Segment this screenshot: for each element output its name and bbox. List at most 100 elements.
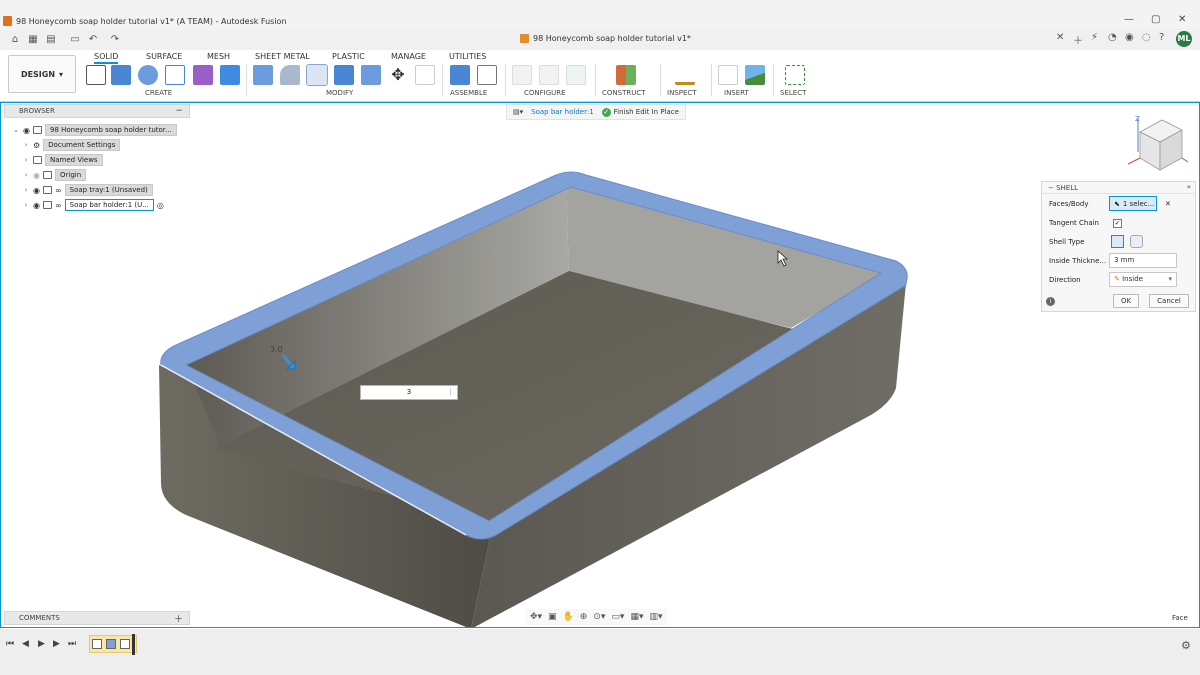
sketch-feature-icon[interactable]: [92, 639, 102, 649]
chevron-right-icon[interactable]: ›: [22, 141, 30, 149]
chevron-right-icon[interactable]: ›: [22, 156, 30, 164]
browser-item-soap-bar-holder[interactable]: › ◉ ∞ Soap bar holder:1 (U... ◎: [22, 199, 164, 211]
browser-item-origin[interactable]: › ◉ Origin: [22, 169, 87, 181]
browser-root-item[interactable]: ⌄ ◉ 98 Honeycomb soap holder tutor...: [12, 124, 177, 136]
orbit-icon[interactable]: ✥▾: [530, 612, 542, 622]
tab-utilities[interactable]: UTILITIES: [449, 52, 486, 61]
tab-sheet-metal[interactable]: SHEET METAL: [255, 52, 310, 61]
activate-radio-icon[interactable]: ◎: [157, 201, 164, 210]
user-avatar[interactable]: ML: [1176, 31, 1192, 47]
collapse-icon[interactable]: −: [1048, 184, 1056, 192]
configure-group[interactable]: CONFIGURE: [524, 89, 566, 97]
shell-feature-icon[interactable]: [120, 639, 130, 649]
close-tab-button[interactable]: ✕: [1056, 32, 1064, 43]
minimize-button[interactable]: —: [1124, 14, 1134, 25]
tab-plastic[interactable]: PLASTIC: [332, 52, 365, 61]
browser-item-named-views[interactable]: › Named Views: [22, 154, 103, 166]
undo-icon[interactable]: ↶: [88, 35, 98, 45]
timeline-marker[interactable]: [132, 634, 135, 655]
revolve-icon[interactable]: [138, 65, 158, 85]
maximize-button[interactable]: ▢: [1151, 14, 1160, 25]
eye-icon[interactable]: ◉: [33, 186, 40, 195]
cancel-button[interactable]: Cancel: [1149, 294, 1189, 308]
sweep-icon[interactable]: [165, 65, 185, 85]
modify-group[interactable]: MODIFY: [326, 89, 353, 97]
configure-icon[interactable]: [512, 65, 532, 85]
inside-thickness-input[interactable]: 3 mm: [1109, 253, 1177, 268]
workspace-switcher[interactable]: DESIGN ▾: [8, 55, 76, 93]
faces-body-selector[interactable]: ⬉ 1 selec...: [1109, 196, 1157, 211]
eye-icon[interactable]: ◉: [33, 201, 40, 210]
notifications-icon[interactable]: ◉: [1125, 32, 1134, 43]
play-icon[interactable]: ▶: [38, 639, 45, 649]
align-icon[interactable]: [415, 65, 435, 85]
close-window-button[interactable]: ✕: [1178, 14, 1186, 25]
browser-item-soap-tray[interactable]: › ◉ ∞ Soap tray:1 (Unsaved): [22, 184, 153, 196]
tab-manage[interactable]: MANAGE: [391, 52, 426, 61]
bell-icon[interactable]: ◌: [1142, 32, 1151, 43]
joint-icon[interactable]: [477, 65, 497, 85]
grid-settings-icon[interactable]: ▦▾: [630, 612, 643, 622]
new-tab-icon[interactable]: ＋: [1073, 32, 1083, 47]
component-icon[interactable]: ▤▾: [513, 108, 523, 116]
chevron-right-icon[interactable]: ›: [22, 201, 30, 209]
tab-solid[interactable]: SOLID: [94, 52, 119, 64]
ok-button[interactable]: OK: [1113, 294, 1139, 308]
select-icon[interactable]: [785, 65, 805, 85]
home-icon[interactable]: ⌂: [10, 35, 20, 45]
create-sketch-icon[interactable]: [86, 65, 106, 85]
extrude-feature-icon[interactable]: [106, 639, 116, 649]
grid-icon[interactable]: ▦: [28, 35, 38, 45]
info-icon[interactable]: i: [1046, 297, 1055, 306]
display-settings-icon[interactable]: ▭▾: [611, 612, 624, 622]
job-status-icon[interactable]: ◔: [1108, 32, 1117, 43]
save-icon[interactable]: ▭: [70, 35, 80, 45]
inspect-group[interactable]: INSPECT: [667, 89, 697, 97]
move-icon[interactable]: ✥: [388, 65, 408, 85]
add-comment-icon[interactable]: ＋: [174, 612, 183, 625]
shell-type-rounded-icon[interactable]: [1130, 235, 1143, 248]
direction-dropdown[interactable]: ✎ Inside ▾: [1109, 272, 1177, 287]
clear-selection-icon[interactable]: ✕: [1165, 200, 1171, 208]
thickness-canvas-input[interactable]: 3 ⋮: [360, 385, 458, 400]
shell-type-sharp-icon[interactable]: [1111, 235, 1124, 248]
extensions-icon[interactable]: ⚡: [1091, 32, 1098, 43]
browser-header[interactable]: BROWSER −: [4, 104, 190, 118]
construct-group[interactable]: CONSTRUCT: [602, 89, 646, 97]
step-back-icon[interactable]: ◀: [22, 639, 29, 649]
step-forward-icon[interactable]: ▶: [53, 639, 60, 649]
combine-icon[interactable]: [334, 65, 354, 85]
insert-group[interactable]: INSERT: [724, 89, 749, 97]
comments-panel[interactable]: COMMENTS ＋: [4, 611, 190, 625]
eye-hidden-icon[interactable]: ◉: [33, 171, 40, 180]
box-icon[interactable]: [220, 65, 240, 85]
edit-component-name[interactable]: Soap bar holder:1: [531, 108, 594, 116]
form-icon[interactable]: [193, 65, 213, 85]
fillet-icon[interactable]: [280, 65, 300, 85]
look-at-icon[interactable]: ▣: [548, 612, 557, 622]
fit-icon[interactable]: ⊙▾: [593, 612, 605, 622]
help-icon[interactable]: ?: [1159, 32, 1164, 43]
redo-icon[interactable]: ↷: [110, 35, 120, 45]
chevron-right-icon[interactable]: ›: [22, 186, 30, 194]
construct-plane-icon[interactable]: [616, 65, 636, 85]
configure-theme-icon[interactable]: [566, 65, 586, 85]
table-icon[interactable]: [539, 65, 559, 85]
browser-item-document-settings[interactable]: › ⚙ Document Settings: [22, 139, 121, 151]
tab-surface[interactable]: SURFACE: [146, 52, 182, 61]
pan-icon[interactable]: ✋: [563, 612, 574, 622]
timeline-features[interactable]: [89, 635, 137, 653]
more-options-icon[interactable]: ⋮: [447, 386, 454, 399]
finish-edit-in-place-button[interactable]: ✓ Finish Edit In Place: [601, 107, 679, 117]
tab-mesh[interactable]: MESH: [207, 52, 230, 61]
insert-derive-icon[interactable]: [718, 65, 738, 85]
measure-icon[interactable]: [675, 65, 695, 85]
create-group[interactable]: CREATE: [145, 89, 172, 97]
go-to-end-icon[interactable]: ⏭: [68, 639, 76, 649]
viewports-icon[interactable]: ▥▾: [649, 612, 662, 622]
eye-icon[interactable]: ◉: [23, 126, 30, 135]
press-pull-icon[interactable]: [253, 65, 273, 85]
shell-icon[interactable]: [306, 64, 328, 86]
go-to-start-icon[interactable]: ⏮: [6, 639, 14, 649]
chevron-right-icon[interactable]: ›: [22, 171, 30, 179]
